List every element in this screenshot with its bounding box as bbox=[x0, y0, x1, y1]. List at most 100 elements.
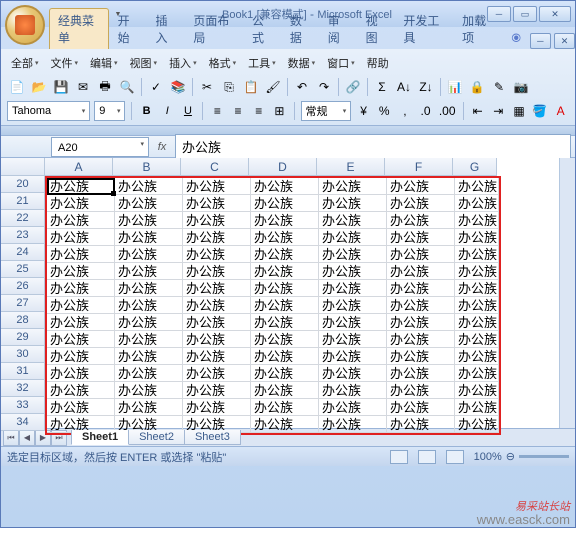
cell[interactable]: 办公族 bbox=[455, 246, 499, 263]
column-header[interactable]: D bbox=[249, 158, 317, 176]
cell[interactable]: 办公族 bbox=[387, 348, 455, 365]
undo2-icon[interactable]: ↶ bbox=[292, 77, 312, 97]
print-icon[interactable]: 🖶 bbox=[95, 77, 115, 97]
normal-view-icon[interactable] bbox=[390, 450, 408, 464]
tab-data[interactable]: 数据 bbox=[282, 9, 319, 49]
fx-icon[interactable]: fx bbox=[153, 141, 171, 153]
cell[interactable]: 办公族 bbox=[251, 314, 319, 331]
percent-icon[interactable]: % bbox=[376, 101, 393, 121]
cell[interactable]: 办公族 bbox=[47, 178, 115, 195]
preview-icon[interactable]: 🔍 bbox=[117, 77, 137, 97]
column-header[interactable]: G bbox=[453, 158, 497, 176]
cell[interactable]: 办公族 bbox=[319, 416, 387, 433]
menu-help[interactable]: 帮助 bbox=[363, 53, 393, 73]
permission-icon[interactable]: 🔒 bbox=[467, 77, 487, 97]
cell[interactable]: 办公族 bbox=[387, 314, 455, 331]
cell[interactable]: 办公族 bbox=[455, 365, 499, 382]
column-header[interactable]: F bbox=[385, 158, 453, 176]
cell[interactable]: 办公族 bbox=[115, 263, 183, 280]
sheet-nav-prev-icon[interactable]: ◀ bbox=[19, 430, 35, 446]
cell[interactable]: 办公族 bbox=[455, 399, 499, 416]
cell[interactable]: 办公族 bbox=[115, 212, 183, 229]
cell[interactable]: 办公族 bbox=[115, 348, 183, 365]
cell[interactable]: 办公族 bbox=[251, 263, 319, 280]
cell[interactable]: 办公族 bbox=[319, 212, 387, 229]
cell[interactable]: 办公族 bbox=[455, 280, 499, 297]
tab-addins[interactable]: 加载项 bbox=[454, 9, 501, 49]
cell[interactable]: 办公族 bbox=[115, 246, 183, 263]
cell[interactable]: 办公族 bbox=[251, 382, 319, 399]
row-header[interactable]: 25 bbox=[1, 261, 45, 278]
cell[interactable]: 办公族 bbox=[319, 314, 387, 331]
mail-icon[interactable]: ✉ bbox=[73, 77, 93, 97]
cell[interactable]: 办公族 bbox=[115, 382, 183, 399]
cell[interactable]: 办公族 bbox=[319, 331, 387, 348]
cell[interactable]: 办公族 bbox=[319, 297, 387, 314]
border-icon[interactable]: ▦ bbox=[511, 101, 528, 121]
draw-icon[interactable]: ✎ bbox=[489, 77, 509, 97]
menu-view[interactable]: 视图▾ bbox=[126, 53, 162, 73]
sort-asc-icon[interactable]: A↓ bbox=[394, 77, 414, 97]
column-header[interactable]: A bbox=[45, 158, 113, 176]
close-button[interactable]: ✕ bbox=[539, 6, 571, 22]
cell[interactable]: 办公族 bbox=[387, 382, 455, 399]
cell[interactable]: 办公族 bbox=[183, 314, 251, 331]
cell[interactable]: 办公族 bbox=[251, 280, 319, 297]
row-header[interactable]: 21 bbox=[1, 193, 45, 210]
format-painter-icon[interactable]: 🖌 bbox=[263, 77, 283, 97]
cell[interactable]: 办公族 bbox=[251, 246, 319, 263]
cell[interactable]: 办公族 bbox=[183, 280, 251, 297]
zoom-out-icon[interactable]: ⊖ bbox=[506, 450, 515, 463]
cell[interactable]: 办公族 bbox=[183, 195, 251, 212]
cell[interactable]: 办公族 bbox=[319, 246, 387, 263]
cell[interactable]: 办公族 bbox=[47, 331, 115, 348]
fill-color-icon[interactable]: 🪣 bbox=[531, 101, 548, 121]
cell[interactable]: 办公族 bbox=[251, 348, 319, 365]
cell[interactable]: 办公族 bbox=[115, 195, 183, 212]
row-header[interactable]: 24 bbox=[1, 244, 45, 261]
row-header[interactable]: 30 bbox=[1, 346, 45, 363]
sheet-tab[interactable]: Sheet2 bbox=[128, 430, 185, 445]
column-header[interactable]: E bbox=[317, 158, 385, 176]
tab-view[interactable]: 视图 bbox=[358, 9, 395, 49]
row-header[interactable]: 26 bbox=[1, 278, 45, 295]
cell[interactable]: 办公族 bbox=[251, 212, 319, 229]
cell[interactable]: 办公族 bbox=[455, 416, 499, 433]
cell[interactable]: 办公族 bbox=[319, 382, 387, 399]
formula-bar[interactable]: 办公族 bbox=[175, 134, 571, 159]
cell[interactable]: 办公族 bbox=[319, 280, 387, 297]
align-right-icon[interactable]: ≡ bbox=[250, 101, 267, 121]
spell-icon[interactable]: ✓ bbox=[146, 77, 166, 97]
cell[interactable]: 办公族 bbox=[115, 331, 183, 348]
cell[interactable]: 办公族 bbox=[115, 280, 183, 297]
row-header[interactable]: 20 bbox=[1, 176, 45, 193]
cell[interactable]: 办公族 bbox=[319, 195, 387, 212]
open-icon[interactable]: 📂 bbox=[29, 77, 49, 97]
cell[interactable]: 办公族 bbox=[47, 280, 115, 297]
row-header[interactable]: 22 bbox=[1, 210, 45, 227]
page-break-view-icon[interactable] bbox=[446, 450, 464, 464]
underline-icon[interactable]: U bbox=[180, 101, 197, 121]
redo2-icon[interactable]: ↷ bbox=[314, 77, 334, 97]
cell[interactable]: 办公族 bbox=[183, 178, 251, 195]
cell[interactable]: 办公族 bbox=[115, 399, 183, 416]
cell[interactable]: 办公族 bbox=[387, 178, 455, 195]
cell[interactable]: 办公族 bbox=[319, 178, 387, 195]
cell[interactable]: 办公族 bbox=[455, 297, 499, 314]
cell[interactable]: 办公族 bbox=[251, 416, 319, 433]
row-header[interactable]: 27 bbox=[1, 295, 45, 312]
office-button[interactable] bbox=[5, 5, 45, 45]
cell[interactable]: 办公族 bbox=[319, 263, 387, 280]
sum-icon[interactable]: Σ bbox=[372, 77, 392, 97]
cell[interactable]: 办公族 bbox=[455, 263, 499, 280]
cell[interactable]: 办公族 bbox=[251, 297, 319, 314]
row-header[interactable]: 28 bbox=[1, 312, 45, 329]
cell[interactable]: 办公族 bbox=[319, 229, 387, 246]
name-box[interactable]: A20▾ bbox=[51, 137, 149, 157]
cell[interactable]: 办公族 bbox=[455, 348, 499, 365]
row-header[interactable]: 32 bbox=[1, 380, 45, 397]
cell[interactable]: 办公族 bbox=[251, 195, 319, 212]
cell[interactable]: 办公族 bbox=[455, 229, 499, 246]
align-center-icon[interactable]: ≡ bbox=[230, 101, 247, 121]
tab-review[interactable]: 审阅 bbox=[320, 9, 357, 49]
